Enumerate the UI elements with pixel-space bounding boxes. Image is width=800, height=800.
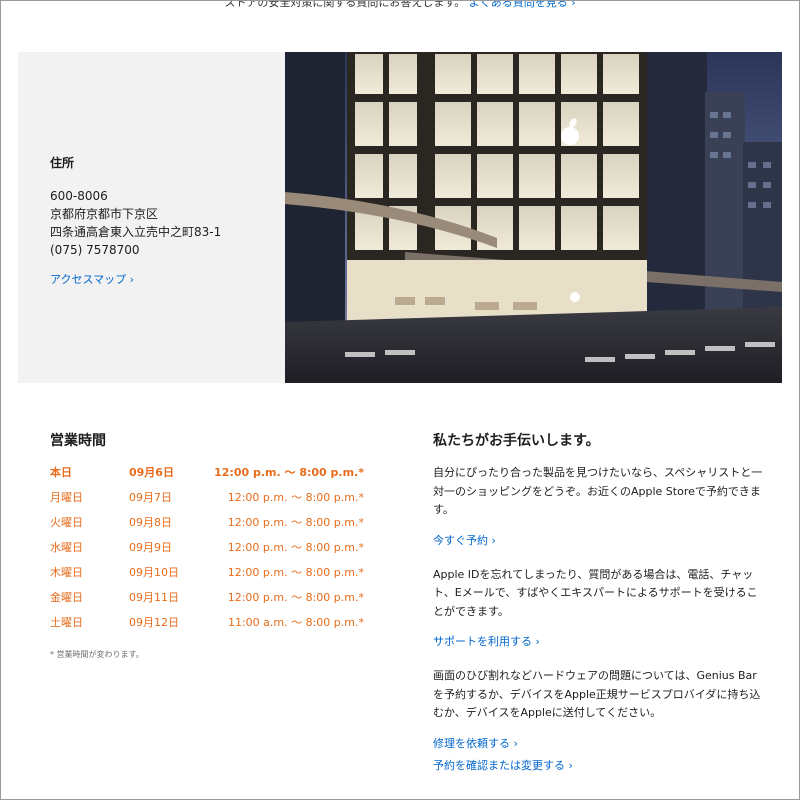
hours-date: 09月7日 <box>129 491 172 504</box>
hours-date: 09月12日 <box>129 616 179 629</box>
get-support-link[interactable]: サポートを利用する › <box>433 633 763 649</box>
hours-footnote: * 営業時間が変わります。 <box>50 650 144 659</box>
hours-day: 水曜日 <box>50 541 83 554</box>
hours-date: 09月9日 <box>129 541 172 554</box>
store-card: 住所 600-8006 京都府京都市下京区 四条通高倉東入立売中之町83-1 (… <box>18 52 782 383</box>
hours-row-today: 本日 09月6日 12:00 p.m. ～ 8:00 p.m.* <box>50 464 380 489</box>
hours-time: 12:00 p.m. ～ 8:00 p.m.* <box>227 541 364 554</box>
help-heading: 私たちがお手伝いします。 <box>433 433 600 449</box>
hours-time: 11:00 a.m. ～ 8:00 p.m.* <box>227 616 364 629</box>
hours-time: 12:00 p.m. ～ 8:00 p.m.* <box>227 566 364 579</box>
address-heading: 住所 <box>50 156 75 170</box>
postal-code: 600-8006 <box>50 189 108 203</box>
hours-day: 本日 <box>50 466 72 479</box>
store-photo <box>285 52 782 383</box>
help-paragraph-repair: 画面のひび割れなどハードウェアの問題については、Genius Barを予約するか… <box>433 669 761 719</box>
store-hours: 営業時間 本日 09月6日 12:00 p.m. ～ 8:00 p.m.* 月曜… <box>50 430 380 660</box>
address-city: 京都府京都市下京区 <box>50 207 159 221</box>
phone-number[interactable]: (075) 7578700 <box>50 241 285 259</box>
manage-reservation-link[interactable]: 予約を確認または変更する › <box>433 757 763 773</box>
address-block: 住所 600-8006 京都府京都市下京区 四条通高倉東入立売中之町83-1 (… <box>50 154 285 287</box>
request-repair-link[interactable]: 修理を依頼する › <box>433 735 763 751</box>
hours-row: 木曜日 09月10日 12:00 p.m. ～ 8:00 p.m.* <box>50 564 380 589</box>
hours-row: 土曜日 09月12日 11:00 a.m. ～ 8:00 p.m.* <box>50 614 380 639</box>
hours-time: 12:00 p.m. ～ 8:00 p.m.* <box>214 466 364 479</box>
help-paragraph-support: Apple IDを忘れてしまったり、質問がある場合は、電話、チャット、Eメールで… <box>433 567 758 618</box>
hours-row: 金曜日 09月11日 12:00 p.m. ～ 8:00 p.m.* <box>50 589 380 614</box>
reserve-now-link[interactable]: 今すぐ予約 › <box>433 532 763 548</box>
map-link[interactable]: アクセスマップ › <box>50 271 134 287</box>
hours-date: 09月6日 <box>129 466 174 479</box>
hours-time: 12:00 p.m. ～ 8:00 p.m.* <box>227 591 364 604</box>
store-building-image <box>285 52 782 383</box>
top-note: ストアの安全対策に関する質問にお答えします。 よくある質問を見る › <box>0 0 800 10</box>
top-note-text: ストアの安全対策に関する質問にお答えします。 <box>224 0 466 9</box>
hours-day: 金曜日 <box>50 591 83 604</box>
hours-row: 火曜日 09月8日 12:00 p.m. ～ 8:00 p.m.* <box>50 514 380 539</box>
address-street: 四条通高倉東入立売中之町83-1 <box>50 225 222 239</box>
hours-heading: 営業時間 <box>50 433 106 449</box>
help-paragraph-shopping: 自分にぴったり合った製品を見つけたいなら、スペシャリストと一対一のショッピングを… <box>433 466 763 516</box>
hours-date: 09月11日 <box>129 591 179 604</box>
hours-time: 12:00 p.m. ～ 8:00 p.m.* <box>227 491 364 504</box>
hours-day: 火曜日 <box>50 516 83 529</box>
hours-time: 12:00 p.m. ～ 8:00 p.m.* <box>227 516 364 529</box>
hours-date: 09月8日 <box>129 516 172 529</box>
hours-row: 水曜日 09月9日 12:00 p.m. ～ 8:00 p.m.* <box>50 539 380 564</box>
help-section: 私たちがお手伝いします。 自分にぴったり合った製品を見つけたいなら、スペシャリス… <box>433 430 763 773</box>
hours-date: 09月10日 <box>129 566 179 579</box>
hours-day: 月曜日 <box>50 491 83 504</box>
hours-row: 月曜日 09月7日 12:00 p.m. ～ 8:00 p.m.* <box>50 489 380 514</box>
hours-day: 木曜日 <box>50 566 83 579</box>
faq-link[interactable]: よくある質問を見る › <box>469 0 576 9</box>
hours-day: 土曜日 <box>50 616 83 629</box>
